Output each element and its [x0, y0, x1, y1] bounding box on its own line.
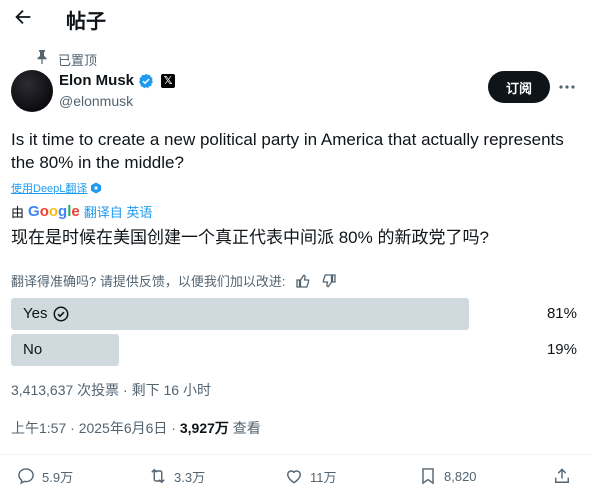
view-count: 3,927万 [179, 420, 229, 436]
bookmark-icon [422, 468, 434, 485]
bookmark-count: 8,820 [444, 468, 477, 484]
poll-option-yes: Yes [23, 305, 69, 322]
poll-meta: 3,413,637 次投票 · 剩下 16 小时 [11, 382, 211, 398]
reply-count: 5.9万 [42, 469, 74, 485]
poll-option-label: Yes [23, 305, 48, 322]
heart-icon [287, 470, 301, 484]
reply-icon [18, 468, 34, 485]
post-time[interactable]: 上午1:57 · 2025年6月6日 · [11, 420, 180, 436]
repost-icon [151, 468, 165, 484]
poll-option-label: No [23, 341, 43, 358]
timestamp-row: 上午1:57 · 2025年6月6日 · 3,927万 查看 [11, 418, 261, 438]
views-label: 查看 [228, 420, 261, 436]
x-affiliation-icon: 𝕏 [161, 73, 176, 88]
author-name[interactable]: Elon Musk [59, 72, 134, 89]
subscribe-button[interactable]: 订阅 [488, 71, 550, 103]
bookmark-button[interactable]: 8,820 [418, 466, 477, 486]
check-circle-icon [54, 306, 69, 321]
share-button[interactable] [552, 466, 572, 486]
repost-button[interactable]: 3.3万 [148, 466, 205, 486]
poll-option-no: No [23, 341, 42, 358]
share-icon [555, 468, 569, 483]
translation-feedback: 翻译得准确吗? 请提供反馈，以便我们加以改进: [11, 271, 337, 290]
google-translate-attribution: 由 Google 翻译自 英语 [11, 202, 152, 221]
deepl-link-label[interactable]: 使用DeepL翻译 [11, 180, 87, 196]
thumbs-up-icon[interactable] [295, 273, 311, 289]
translated-from-label[interactable]: 翻译自 英语 [84, 202, 153, 221]
deepl-logo-icon [91, 182, 102, 194]
verified-badge-icon [139, 73, 153, 88]
back-arrow-icon[interactable] [12, 6, 34, 28]
divider [0, 454, 592, 455]
pinned-label: 已置顶 [58, 53, 98, 68]
poll-percent: 19% [546, 341, 577, 358]
avatar[interactable] [11, 70, 53, 112]
google-logo: Google [28, 203, 80, 220]
reply-button[interactable]: 5.9万 [16, 466, 73, 486]
translated-text: 现在是时候在美国创建一个真正代表中间派 80% 的新政党了吗? [11, 228, 489, 247]
feedback-prompt: 翻译得准确吗? 请提供反馈，以便我们加以改进: [11, 274, 286, 289]
poll-percent: 81% [546, 305, 577, 322]
author-handle[interactable]: @elonmusk [59, 93, 133, 109]
pin-icon [37, 50, 47, 64]
page-title: 帖子 [66, 11, 106, 33]
poll-bar-yes [11, 298, 469, 330]
like-button[interactable]: 11万 [284, 466, 337, 486]
more-options-icon[interactable] [558, 78, 576, 96]
tweet-text: Is it time to create a new political par… [11, 130, 564, 172]
like-count: 11万 [310, 469, 337, 485]
repost-count: 3.3万 [174, 469, 206, 485]
author-name-row: Elon Musk 𝕏 [59, 72, 176, 89]
by-label: 由 [11, 205, 25, 220]
thumbs-down-icon[interactable] [321, 273, 337, 289]
deepl-translate-link[interactable]: 使用DeepL翻译 [11, 180, 102, 196]
